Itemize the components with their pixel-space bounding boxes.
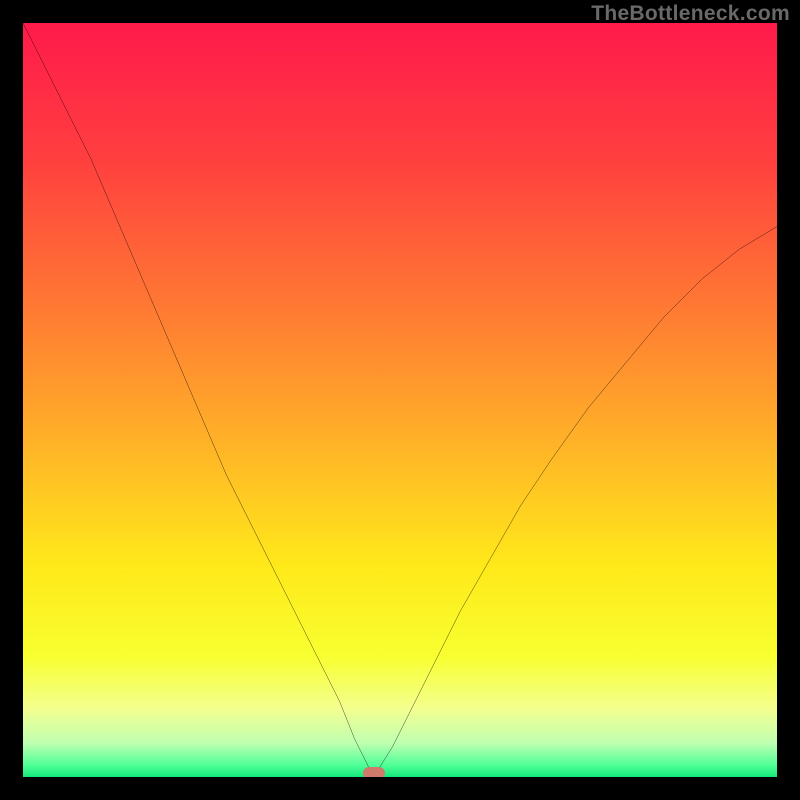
- plot-area: [23, 23, 777, 777]
- chart-frame: TheBottleneck.com: [0, 0, 800, 800]
- background-gradient: [23, 23, 777, 777]
